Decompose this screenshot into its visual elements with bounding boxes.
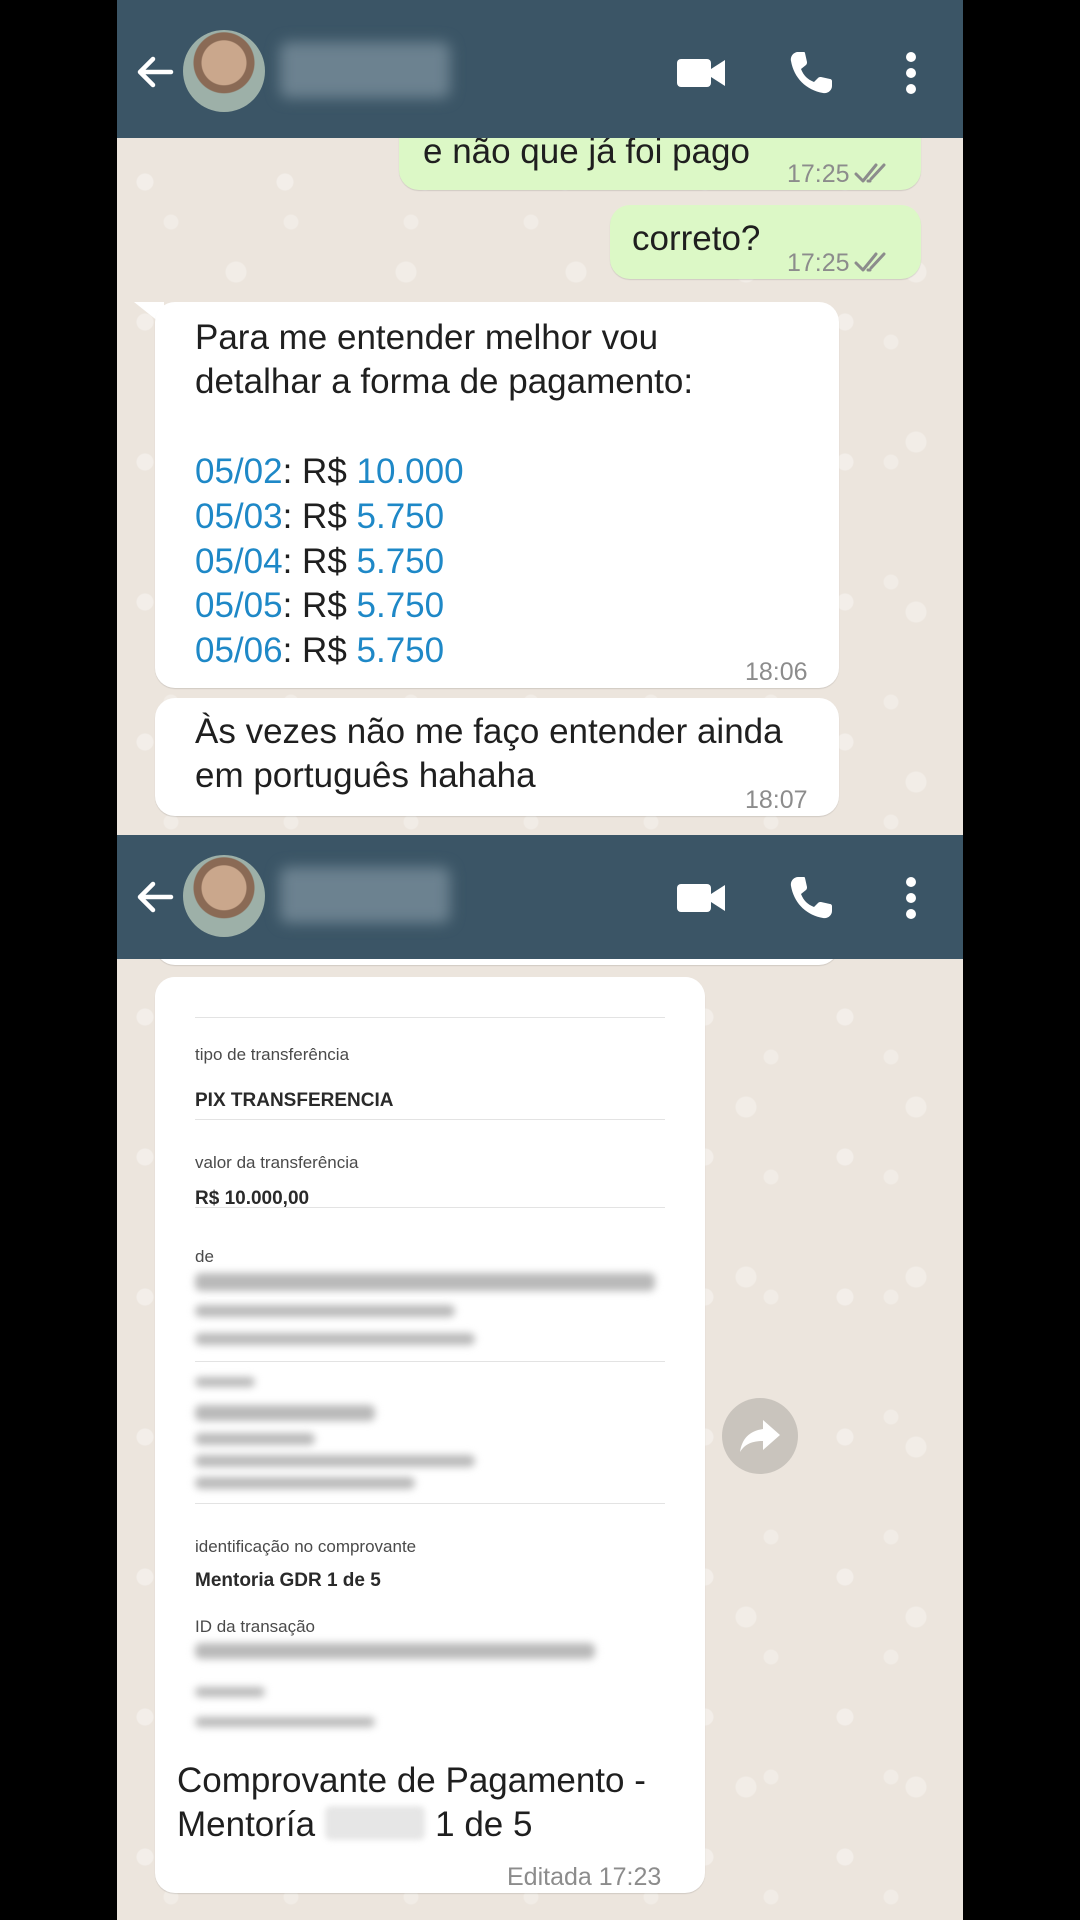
forward-icon[interactable]: [722, 1398, 798, 1474]
chat-screen-bottom: tipo de transferência PIX TRANSFERENCIA …: [117, 835, 963, 1920]
outgoing-message[interactable]: correto? 17:25: [610, 205, 921, 279]
more-vert-icon[interactable]: [883, 45, 939, 101]
incoming-message[interactable]: Para me entender melhor vou detalhar a f…: [155, 302, 839, 688]
message-line: Às vezes não me faço entender ainda: [195, 712, 783, 751]
message-text: correto?: [632, 219, 761, 258]
incoming-message[interactable]: Às vezes não me faço entender ainda em p…: [155, 698, 839, 816]
redacted-text: [195, 1305, 455, 1317]
phone-icon[interactable]: [783, 870, 839, 926]
payment-date-link[interactable]: 05/04: [195, 542, 283, 581]
payment-amount-link[interactable]: 5.750: [357, 586, 445, 625]
phone-icon[interactable]: [783, 45, 839, 101]
payment-date-link[interactable]: 05/06: [195, 631, 283, 670]
redacted-text: [195, 1643, 595, 1659]
message-time-edited: Editada 17:23: [507, 1863, 662, 1891]
contact-avatar[interactable]: [183, 855, 265, 937]
contact-name-blurred[interactable]: [280, 42, 450, 98]
redacted-text: [195, 1377, 255, 1387]
receipt-image[interactable]: tipo de transferência PIX TRANSFERENCIA …: [155, 977, 705, 1757]
receipt-value: PIX TRANSFERENCIA: [195, 1090, 394, 1111]
divider: [195, 1119, 665, 1120]
redacted-text: [195, 1433, 315, 1445]
image-caption-line: Comprovante de Pagamento -: [177, 1761, 646, 1800]
video-call-icon[interactable]: [673, 870, 729, 926]
divider: [195, 1503, 665, 1504]
image-message[interactable]: tipo de transferência PIX TRANSFERENCIA …: [155, 977, 705, 1893]
receipt-label: tipo de transferência: [195, 1045, 350, 1064]
message-line: em português hahaha: [195, 756, 536, 795]
double-check-icon: [854, 252, 886, 272]
payment-amount-link[interactable]: 5.750: [357, 542, 445, 581]
video-call-icon[interactable]: [673, 45, 729, 101]
chat-header: [117, 0, 963, 138]
payment-line: 05/06: R$ 5.750: [195, 631, 445, 670]
redacted-text: [195, 1717, 375, 1727]
payment-line: 05/05: R$ 5.750: [195, 586, 445, 625]
redacted-text: [195, 1687, 265, 1697]
payment-amount-link[interactable]: 5.750: [357, 497, 445, 536]
redacted-text: [195, 1455, 475, 1467]
payment-line: 05/04: R$ 5.750: [195, 542, 445, 581]
message-time: 17:25: [787, 152, 894, 196]
payment-date-link[interactable]: 05/05: [195, 586, 283, 625]
back-arrow-icon[interactable]: [133, 50, 177, 94]
redacted-text: [195, 1405, 375, 1421]
redacted-text: [195, 1333, 475, 1345]
message-time: 18:07: [745, 786, 808, 814]
double-check-icon: [854, 163, 886, 183]
chat-header: [117, 835, 963, 959]
contact-name-blurred[interactable]: [280, 867, 450, 923]
payment-amount-link[interactable]: 5.750: [357, 631, 445, 670]
payment-amount-link[interactable]: 10.000: [357, 452, 464, 491]
redacted-text: [195, 1477, 415, 1489]
back-arrow-icon[interactable]: [133, 875, 177, 919]
chat-screen-top: e não que já foi pago 17:25 correto? 17:…: [117, 0, 963, 835]
message-line: detalhar a forma de pagamento:: [195, 362, 694, 401]
image-caption-line: Mentoría 1 de 5: [177, 1805, 533, 1844]
payment-line: 05/03: R$ 5.750: [195, 497, 445, 536]
payment-date-link[interactable]: 05/03: [195, 497, 283, 536]
receipt-value: Mentoria GDR 1 de 5: [195, 1570, 381, 1591]
contact-avatar[interactable]: [183, 30, 265, 112]
more-vert-icon[interactable]: [883, 870, 939, 926]
message-time: 17:25: [787, 241, 894, 285]
message-time: 18:06: [745, 658, 808, 686]
payment-date-link[interactable]: 05/02: [195, 452, 283, 491]
redacted-text: [195, 1273, 655, 1291]
divider: [195, 1361, 665, 1362]
redacted-name: [325, 1806, 426, 1840]
divider: [195, 1207, 665, 1208]
receipt-value: R$ 10.000,00: [195, 1188, 310, 1209]
payment-line: 05/02: R$ 10.000: [195, 452, 464, 491]
message-line: Para me entender melhor vou: [195, 318, 659, 357]
divider: [195, 1017, 665, 1018]
